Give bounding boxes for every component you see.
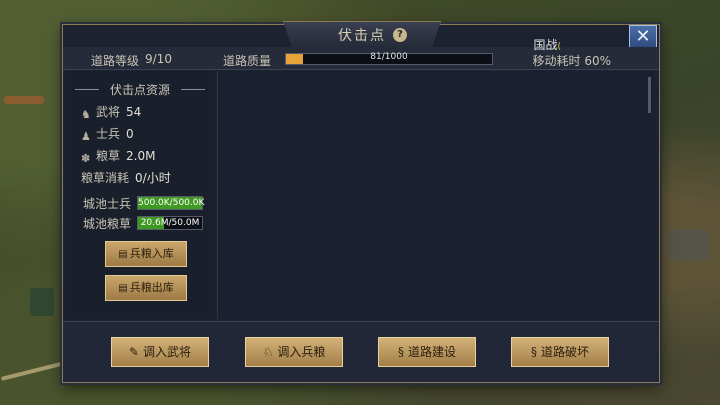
grain-row: ✽ 粮草 2.0M	[81, 147, 156, 165]
scrollbar[interactable]	[648, 77, 651, 113]
general-label: 武将	[96, 105, 121, 119]
deposit-label: 兵粮入库	[129, 247, 174, 260]
grain-consume-row: 粮草消耗 0/小时	[81, 169, 171, 186]
road-break-icon: §	[530, 345, 537, 359]
resource-section-title: 伏击点资源	[65, 81, 215, 98]
title-plate: 伏击点	[283, 21, 441, 49]
road-info-header: 道路等级 9/10 道路质量 81/1000 国战( 移动耗时 60%	[63, 38, 659, 70]
transfer-supplies-button[interactable]: ♘ 调入兵粮	[245, 337, 343, 367]
city-grain-text: 20.6M/50.0M	[140, 218, 200, 228]
horse-icon: ♘	[262, 345, 274, 359]
cart-icon: ▤	[118, 249, 128, 260]
withdraw-label: 兵粮出库	[129, 281, 174, 294]
transfer-supplies-label: 调入兵粮	[277, 345, 326, 359]
city-soldier-bar: 500.0K/500.0K	[137, 196, 205, 210]
soldier-row: ♟ 士兵 0	[81, 125, 134, 143]
national-war-label: 国战(	[533, 36, 561, 53]
withdraw-supplies-button[interactable]: ▤ 兵粮出库	[105, 275, 187, 301]
general-list-area[interactable]	[217, 71, 655, 319]
grain-consume-value: 0/小时	[135, 171, 171, 185]
road-destroy-button[interactable]: § 道路破坏	[511, 337, 609, 367]
road-quality-bar: 81/1000	[285, 52, 493, 65]
help-icon[interactable]: ?	[393, 28, 407, 42]
transfer-general-button[interactable]: ✎ 调入武将	[111, 337, 209, 367]
road-quality-label: 道路质量	[223, 54, 272, 68]
city-soldier-text: 500.0K/500.0K	[138, 198, 205, 208]
road-icon: §	[397, 345, 404, 359]
city-grain-label: 城池粮草	[83, 217, 132, 231]
general-icon: ♞	[81, 108, 91, 121]
soldier-icon: ♟	[81, 130, 91, 143]
transfer-general-label: 调入武将	[143, 345, 192, 359]
road-build-button[interactable]: § 道路建设	[378, 337, 476, 367]
cart-out-icon: ▤	[118, 283, 128, 294]
grain-label: 粮草	[96, 149, 121, 163]
scroll-icon: ✎	[128, 345, 140, 359]
city-soldier-label: 城池士兵	[83, 197, 132, 211]
city-grain-row: 城池粮草 20.6M/50.0M	[83, 215, 204, 232]
general-row: ♞ 武将 54	[81, 103, 142, 121]
road-level-label: 道路等级	[91, 54, 140, 68]
general-value: 54	[126, 105, 142, 119]
panel-title: 伏击点	[338, 28, 386, 44]
action-bar: ✎ 调入武将 ♘ 调入兵粮 § 道路建设 § 道路破坏	[63, 321, 659, 382]
road-destroy-label: 道路破坏	[540, 345, 589, 359]
deposit-supplies-button[interactable]: ▤ 兵粮入库	[105, 241, 187, 267]
national-war-badge: (	[557, 42, 561, 52]
resource-panel: 伏击点资源 ♞ 武将 54 ♟ 士兵 0 ✽ 粮草 2.0M 粮草消耗 0/小时 城池士兵 50…	[65, 71, 215, 319]
grain-value: 2.0M	[126, 149, 156, 163]
national-war-text: 国战	[533, 38, 558, 52]
soldier-value: 0	[126, 127, 134, 141]
move-cost: 移动耗时 60%	[532, 54, 612, 68]
road-quality-text: 81/1000	[370, 52, 408, 62]
city-grain-bar: 20.6M/50.0M	[137, 216, 204, 230]
close-button[interactable]: ✕	[629, 25, 657, 49]
road-build-label: 道路建设	[407, 345, 456, 359]
grain-consume-label: 粮草消耗	[81, 171, 130, 185]
road-level-value: 9/10	[145, 52, 172, 66]
city-soldier-row: 城池士兵 500.0K/500.0K	[83, 195, 205, 212]
grain-icon: ✽	[81, 152, 91, 165]
ambush-point-panel: 伏击点 ? ✕ 道路等级 9/10 道路质量 81/1000 国战( 移动耗时 …	[62, 21, 660, 383]
soldier-label: 士兵	[96, 127, 121, 141]
